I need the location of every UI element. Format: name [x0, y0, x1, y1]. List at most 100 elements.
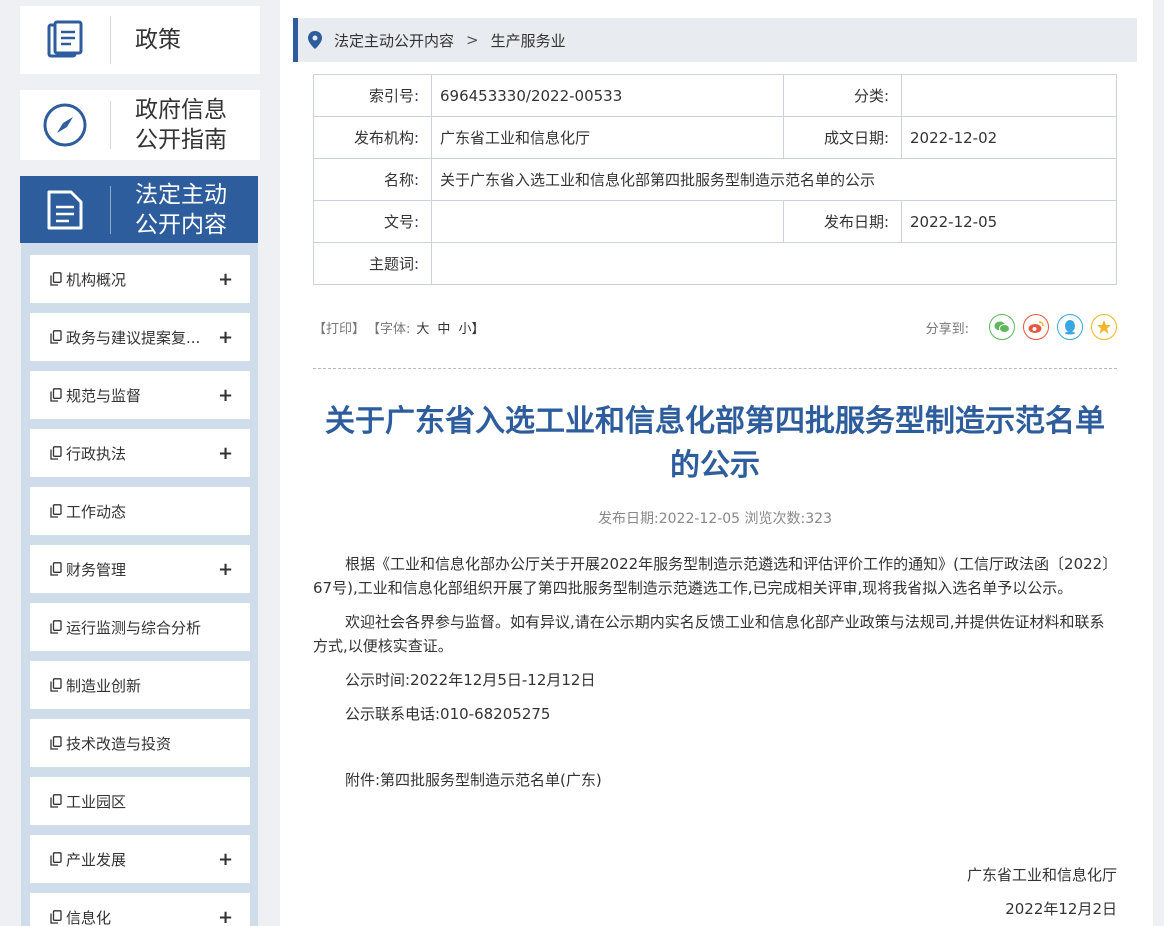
name-value: 关于广东省入选工业和信息化部第四批服务型制造示范名单的公示 — [431, 158, 1117, 201]
sidebar-menu-item[interactable]: 技术改造与投资 — [30, 719, 250, 767]
table-row: 名称: 关于广东省入选工业和信息化部第四批服务型制造示范名单的公示 — [313, 158, 1117, 201]
location-pin-icon — [308, 31, 322, 49]
sidebar-menu-item[interactable]: 机构概况 + — [30, 255, 250, 303]
created-date-label: 成文日期: — [783, 116, 902, 159]
font-medium-button[interactable]: 中 — [437, 318, 450, 337]
category-value — [901, 74, 1117, 117]
category-label: 分类: — [783, 74, 902, 117]
expand-plus-icon[interactable]: + — [218, 849, 233, 870]
copy-doc-icon — [50, 794, 62, 808]
document-icon — [20, 189, 110, 231]
copy-doc-icon — [50, 852, 62, 866]
copy-doc-icon — [50, 562, 62, 576]
sidebar-card-guide[interactable]: 政府信息 公开指南 — [20, 90, 260, 160]
table-row: 文号: 发布日期: 2022-12-05 — [313, 200, 1117, 243]
expand-plus-icon[interactable]: + — [218, 907, 233, 926]
copy-doc-icon — [50, 272, 62, 286]
copy-doc-icon — [50, 678, 62, 692]
wechat-share-icon[interactable] — [989, 314, 1015, 340]
sidebar-menu-item-label: 产业发展 — [66, 850, 127, 869]
font-size-label: 【字体: — [367, 321, 411, 337]
sidebar-card-label-line: 公开指南 — [135, 127, 227, 153]
keywords-value — [431, 242, 1117, 285]
article-paragraph: 公示联系电话:010-68205275 — [345, 705, 551, 723]
sidebar-card-label: 政策 — [135, 27, 181, 53]
sidebar-menu-item[interactable]: 财务管理 + — [30, 545, 250, 593]
attachment-link[interactable]: 附件:第四批服务型制造示范名单(广东) — [313, 768, 1117, 792]
copy-doc-icon — [50, 446, 62, 460]
copy-doc-icon — [50, 388, 62, 402]
index-value: 696453330/2022-00533 — [431, 74, 784, 117]
sidebar-card-label-line: 政府信息 — [135, 97, 227, 123]
sidebar-menu-item-label: 机构概况 — [66, 270, 127, 289]
copy-doc-icon — [50, 910, 62, 924]
compass-icon — [20, 102, 110, 148]
sidebar-menu-item-label: 信息化 — [66, 908, 112, 926]
org-label: 发布机构: — [313, 116, 432, 159]
article-toolbar: 【打印】 【字体: 大 中 小】 分享到: — [313, 312, 1117, 342]
sidebar-card-label-line: 法定主动 — [135, 181, 227, 208]
pub-date-label: 发布日期: — [783, 200, 902, 243]
sidebar-menu-item[interactable]: 规范与监督 + — [30, 371, 250, 419]
expand-plus-icon[interactable]: + — [218, 269, 233, 290]
signature-org: 广东省工业和信息化厅 — [966, 866, 1117, 884]
table-row: 主题词: — [313, 242, 1117, 285]
expand-plus-icon[interactable]: + — [218, 443, 233, 464]
share-bar: 分享到: — [926, 314, 1117, 340]
created-date-value: 2022-12-02 — [901, 116, 1117, 159]
font-small-button[interactable]: 小】 — [458, 318, 484, 337]
sidebar-menu-item[interactable]: 工作动态 — [30, 487, 250, 535]
org-value: 广东省工业和信息化厅 — [431, 116, 784, 159]
keywords-label: 主题词: — [313, 242, 432, 285]
sidebar-card-label: 政府信息 公开指南 — [111, 95, 260, 155]
sidebar-menu-item-label: 行政执法 — [66, 444, 127, 463]
sidebar-menu-item-label: 技术改造与投资 — [66, 734, 172, 753]
doc-number-label: 文号: — [313, 200, 432, 243]
expand-plus-icon[interactable]: + — [218, 559, 233, 580]
article-paragraph: 公示时间:2022年12月5日-12月12日 — [345, 671, 596, 689]
breadcrumb-link[interactable]: 法定主动公开内容 — [334, 30, 454, 51]
table-row: 索引号: 696453330/2022-00533 分类: — [313, 74, 1117, 117]
sidebar-menu-item[interactable]: 运行监测与综合分析 — [30, 603, 250, 651]
sidebar-menu-item[interactable]: 产业发展 + — [30, 835, 250, 883]
name-label: 名称: — [313, 158, 432, 201]
share-label: 分享到: — [925, 321, 969, 337]
sidebar-card-label-line: 公开内容 — [135, 211, 227, 238]
print-button[interactable]: 【打印】 — [313, 318, 365, 337]
sidebar-menu: 机构概况 + 政务与建议提案复... + 规范与监督 + 行政执法 + 工作动态财务管理 + 运行监… — [21, 243, 258, 926]
sidebar-menu-item-label: 规范与监督 — [66, 386, 142, 405]
sidebar-menu-item-label: 政务与建议提案复... — [66, 328, 201, 347]
sidebar-menu-item-label: 工作动态 — [66, 502, 127, 521]
sidebar-menu-item-label: 制造业创新 — [66, 676, 142, 695]
qzone-share-icon[interactable] — [1091, 314, 1117, 340]
signature-date: 2022年12月2日 — [1005, 900, 1117, 918]
copy-doc-icon — [50, 330, 62, 344]
sidebar-menu-item[interactable]: 行政执法 + — [30, 429, 250, 477]
breadcrumb: 法定主动公开内容 > 生产服务业 — [293, 18, 1137, 62]
copy-doc-icon — [50, 736, 62, 750]
expand-plus-icon[interactable]: + — [218, 327, 233, 348]
copy-doc-icon — [50, 504, 62, 518]
main-content: 法定主动公开内容 > 生产服务业 索引号: 696453330/2022-005… — [280, 0, 1153, 926]
sidebar-menu-item[interactable]: 政务与建议提案复... + — [30, 313, 250, 361]
article-paragraph: 欢迎社会各界参与监督。如有异议,请在公示期内实名反馈工业和信息化部产业政策与法规… — [313, 613, 1105, 655]
article-title: 关于广东省入选工业和信息化部第四批服务型制造示范名单的公示 — [325, 404, 1105, 483]
sidebar-menu-item[interactable]: 工业园区 — [30, 777, 250, 825]
qq-share-icon[interactable] — [1057, 314, 1083, 340]
sidebar-menu-item[interactable]: 制造业创新 — [30, 661, 250, 709]
expand-plus-icon[interactable]: + — [218, 385, 233, 406]
breadcrumb-separator: > — [466, 31, 479, 49]
sidebar-menu-item-label: 工业园区 — [66, 792, 127, 811]
weibo-share-icon[interactable] — [1023, 314, 1049, 340]
article-body: 根据《工业和信息化部办公厅关于开展2022年服务型制造示范遴选和评估评价工作的通… — [313, 552, 1117, 792]
breadcrumb-current[interactable]: 生产服务业 — [491, 30, 566, 51]
sidebar-card-policy[interactable]: 政策 — [20, 6, 260, 74]
sidebar-menu-item[interactable]: 信息化 + — [30, 893, 250, 926]
sidebar-card-label: 法定主动 公开内容 — [111, 180, 258, 240]
article-paragraph: 根据《工业和信息化部办公厅关于开展2022年服务型制造示范遴选和评估评价工作的通… — [313, 555, 1110, 597]
table-row: 发布机构: 广东省工业和信息化厅 成文日期: 2022-12-02 — [313, 116, 1117, 159]
copy-doc-icon — [50, 620, 62, 634]
pub-date-value: 2022-12-05 — [901, 200, 1117, 243]
sidebar-card-legal-active[interactable]: 法定主动 公开内容 — [20, 176, 258, 243]
font-large-button[interactable]: 大 — [416, 318, 429, 337]
